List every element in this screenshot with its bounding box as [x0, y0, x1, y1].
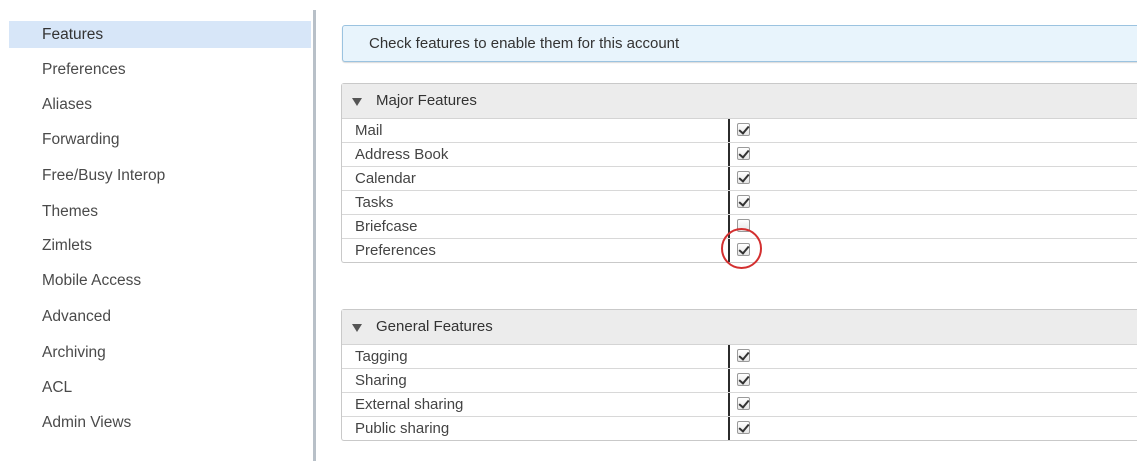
feature-row-briefcase: Briefcase — [342, 215, 1137, 239]
feature-row-external-sharing: External sharing — [342, 393, 1137, 417]
sidebar-item-advanced[interactable]: Advanced — [9, 303, 311, 330]
external-sharing-checkbox[interactable] — [737, 397, 750, 410]
info-banner-text: Check features to enable them for this a… — [369, 35, 680, 52]
column-divider — [728, 191, 730, 214]
feature-label: Preferences — [355, 242, 436, 259]
section-header-general-features[interactable]: General Features — [342, 310, 1137, 345]
feature-row-calendar: Calendar — [342, 167, 1137, 191]
section-title: General Features — [376, 318, 493, 335]
sidebar-item-zimlets[interactable]: Zimlets — [9, 232, 311, 259]
address-book-checkbox[interactable] — [737, 147, 750, 160]
sharing-checkbox[interactable] — [737, 373, 750, 386]
sidebar-item-features[interactable]: Features — [9, 21, 311, 48]
feature-label: Address Book — [355, 146, 449, 163]
feature-row-tasks: Tasks — [342, 191, 1137, 215]
sidebar-item-free-busy-interop[interactable]: Free/Busy Interop — [9, 162, 311, 189]
feature-row-preferences: Preferences — [342, 239, 1137, 262]
column-divider — [728, 215, 730, 238]
column-divider — [728, 143, 730, 166]
sidebar-item-archiving[interactable]: Archiving — [9, 339, 311, 366]
sidebar-item-preferences[interactable]: Preferences — [9, 56, 311, 83]
section-header-major-features[interactable]: Major Features — [342, 84, 1137, 119]
feature-row-public-sharing: Public sharing — [342, 417, 1137, 440]
feature-label: Mail — [355, 122, 383, 139]
sidebar-item-mobile-access[interactable]: Mobile Access — [9, 267, 311, 294]
sidebar-item-acl[interactable]: ACL — [9, 374, 311, 401]
section-title: Major Features — [376, 92, 477, 109]
tasks-checkbox[interactable] — [737, 195, 750, 208]
column-divider — [728, 239, 730, 262]
column-divider — [728, 369, 730, 392]
feature-row-tagging: Tagging — [342, 345, 1137, 369]
feature-label: Public sharing — [355, 420, 450, 437]
preferences-checkbox[interactable] — [737, 243, 750, 256]
feature-label: Calendar — [355, 170, 416, 187]
sidebar-item-aliases[interactable]: Aliases — [9, 91, 311, 118]
feature-row-mail: Mail — [342, 119, 1137, 143]
sidebar-item-themes[interactable]: Themes — [9, 198, 311, 225]
column-divider — [728, 393, 730, 416]
collapse-triangle-icon[interactable] — [352, 324, 362, 332]
column-divider — [728, 167, 730, 190]
section-general-features: General Features Tagging Sharing Externa… — [341, 309, 1137, 441]
sidebar: Features Preferences Aliases Forwarding … — [0, 0, 313, 461]
info-banner: Check features to enable them for this a… — [342, 25, 1137, 62]
calendar-checkbox[interactable] — [737, 171, 750, 184]
feature-label: Briefcase — [355, 218, 418, 235]
panel-splitter[interactable] — [313, 10, 316, 461]
collapse-triangle-icon[interactable] — [352, 98, 362, 106]
public-sharing-checkbox[interactable] — [737, 421, 750, 434]
sidebar-item-forwarding[interactable]: Forwarding — [9, 126, 311, 153]
column-divider — [728, 417, 730, 440]
feature-label: Sharing — [355, 372, 407, 389]
column-divider — [728, 345, 730, 368]
sidebar-item-admin-views[interactable]: Admin Views — [9, 409, 311, 436]
feature-row-sharing: Sharing — [342, 369, 1137, 393]
feature-label: Tagging — [355, 348, 408, 365]
feature-label: Tasks — [355, 194, 394, 211]
briefcase-checkbox[interactable] — [737, 219, 750, 232]
section-major-features: Major Features Mail Address Book Calenda… — [341, 83, 1137, 263]
tagging-checkbox[interactable] — [737, 349, 750, 362]
feature-label: External sharing — [355, 396, 464, 413]
column-divider — [728, 119, 730, 142]
mail-checkbox[interactable] — [737, 123, 750, 136]
feature-row-address-book: Address Book — [342, 143, 1137, 167]
